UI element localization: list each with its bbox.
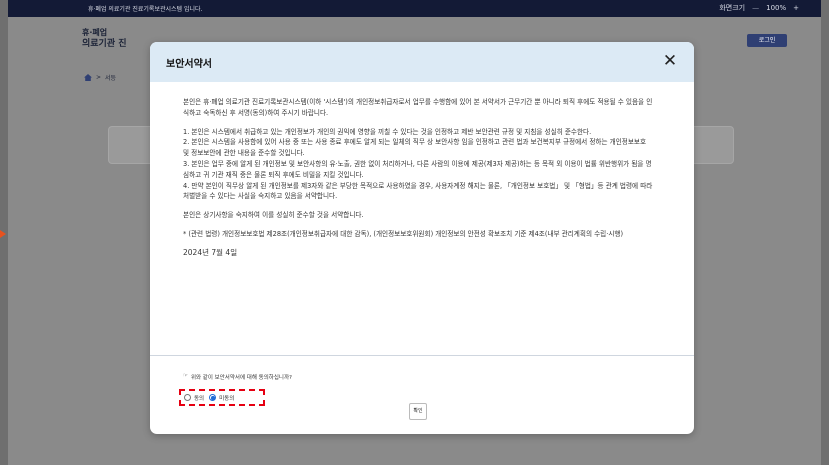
zoom-control: 화면크기 — 100% + bbox=[719, 3, 799, 13]
breadcrumb-current: 서등 bbox=[105, 75, 117, 82]
radio-agree-circle[interactable] bbox=[184, 394, 191, 401]
radio-disagree-circle[interactable] bbox=[209, 394, 217, 401]
site-logo-line1: 휴·폐업 bbox=[82, 28, 108, 37]
close-icon[interactable]: ✕ bbox=[660, 50, 680, 72]
zoom-out-button[interactable]: — bbox=[752, 4, 759, 12]
consent-question: ☞ 위와 같이 보안서약서에 대해 동의하십니까? bbox=[183, 373, 292, 381]
radio-disagree-label: 미동의 bbox=[219, 395, 235, 402]
security-pledge-modal: 보안서약서 ✕ 본인은 휴·폐업 의료기관 진료기록보관시스템(이하 '시스템'… bbox=[150, 42, 694, 434]
pledge-intro: 본인은 휴·폐업 의료기관 진료기록보관시스템(이하 '시스템')의 개인정보취… bbox=[183, 98, 653, 117]
zoom-value: 100% bbox=[766, 4, 787, 12]
pledge-clauses: 1. 본인은 시스템에서 취급하고 있는 개인정보가 개인의 권익에 영향을 끼… bbox=[183, 127, 653, 201]
site-logo: 휴·폐업 의료기관 진 bbox=[82, 28, 127, 50]
consent-question-text: 위와 같이 보안서약서에 대해 동의하십니까? bbox=[190, 375, 292, 381]
consent-radio-group: 동의 미동의 bbox=[179, 389, 265, 406]
modal-title: 보안서약서 bbox=[166, 59, 212, 70]
pledge-date: 2024년 7월 4일 bbox=[183, 247, 238, 257]
pledge-text: 본인은 휴·폐업 의료기관 진료기록보관시스템(이하 '시스템')의 개인정보취… bbox=[183, 97, 653, 259]
top-bar: 휴·폐업 의료기관 진료기록보관시스템 입니다. 화면크기 — 100% + bbox=[8, 0, 821, 17]
radio-agree[interactable]: 동의 bbox=[184, 394, 204, 402]
modal-header: 보안서약서 ✕ bbox=[150, 42, 694, 82]
breadcrumb-separator: > bbox=[96, 74, 102, 81]
pointer-arrow-icon bbox=[0, 230, 6, 238]
pointing-hand-icon: ☞ bbox=[183, 373, 188, 379]
pledge-legal-basis: * (관련 법령) 개인정보보호법 제28조(개인정보취급자에 대한 감독), … bbox=[183, 229, 624, 238]
zoom-label: 화면크기 bbox=[719, 4, 746, 12]
divider bbox=[150, 355, 694, 356]
breadcrumb: > 서등 bbox=[84, 73, 116, 82]
login-button[interactable]: 로그인 bbox=[747, 34, 787, 47]
home-icon[interactable] bbox=[84, 74, 92, 81]
confirm-button[interactable]: 확인 bbox=[409, 403, 427, 420]
pledge-affirmation: 본인은 상기사항을 숙지하여 이를 성실히 준수할 것을 서약합니다. bbox=[183, 211, 364, 220]
system-notice: 휴·폐업 의료기관 진료기록보관시스템 입니다. bbox=[88, 6, 203, 13]
radio-disagree[interactable]: 미동의 bbox=[209, 394, 234, 402]
site-logo-line2: 의료기관 진 bbox=[82, 39, 127, 49]
zoom-in-button[interactable]: + bbox=[793, 4, 799, 12]
radio-agree-label: 동의 bbox=[194, 395, 205, 402]
